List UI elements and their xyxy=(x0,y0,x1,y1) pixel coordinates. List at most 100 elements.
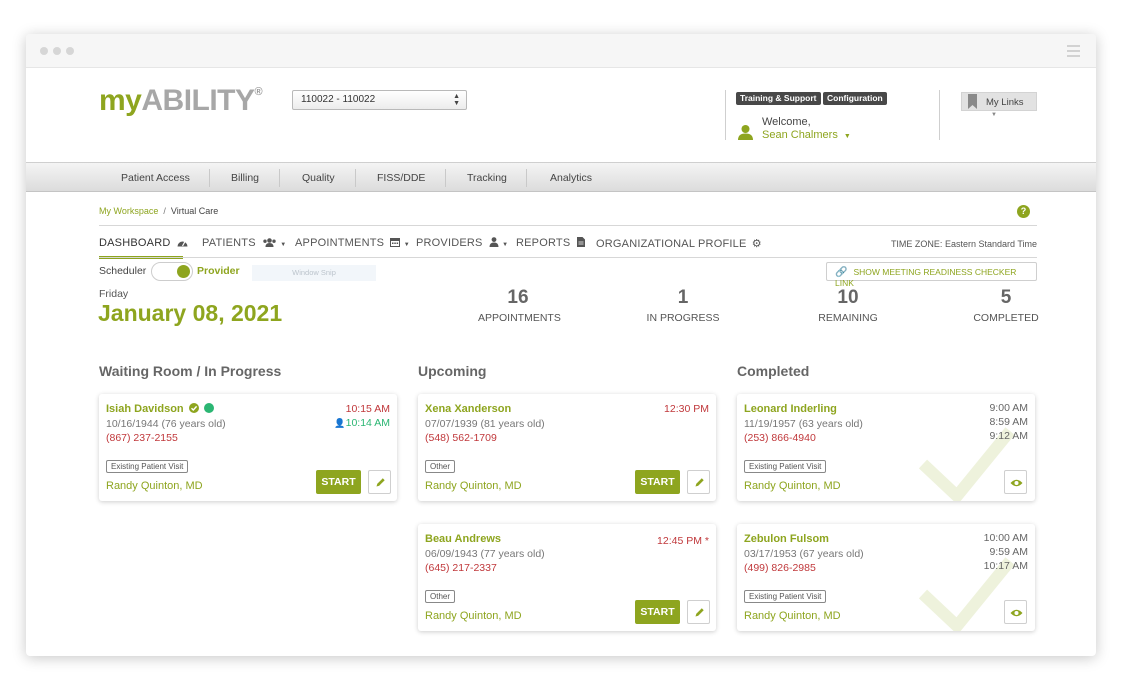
tab-dashboard[interactable]: DASHBOARD xyxy=(99,237,188,249)
edit-button[interactable] xyxy=(368,470,391,494)
dashboard-gauge-icon xyxy=(177,241,188,247)
appointment-card[interactable]: Isiah Davidson 10/16/1944 (76 years old)… xyxy=(99,394,397,501)
appointment-card[interactable]: Zebulon Fulsom 03/17/1953 (67 years old)… xyxy=(737,524,1035,631)
window-snip-overlay: Window Snip xyxy=(252,265,376,281)
nav-tracking[interactable]: Tracking xyxy=(467,172,507,184)
users-icon xyxy=(263,238,276,247)
patient-name[interactable]: Xena Xanderson xyxy=(425,403,511,415)
patient-name[interactable]: Leonard Inderling xyxy=(744,403,837,415)
caret-down-icon: ▼ xyxy=(991,112,997,118)
stat-label: REMAINING xyxy=(818,312,878,324)
patient-phone[interactable]: (645) 217-2337 xyxy=(425,562,497,574)
toggle-knob xyxy=(177,265,190,278)
start-button[interactable]: START xyxy=(316,470,361,494)
tab-reports[interactable]: REPORTS xyxy=(516,237,585,249)
user-icon xyxy=(738,125,753,140)
user-icon: 👤 xyxy=(334,418,346,428)
provider-name: Randy Quinton, MD xyxy=(425,610,522,622)
stat-in-progress: 1 IN PROGRESS xyxy=(643,287,723,324)
calendar-icon xyxy=(390,238,401,247)
logo-my: my xyxy=(99,84,142,117)
nav-quality[interactable]: Quality xyxy=(302,172,335,184)
caret-down-icon: ▼ xyxy=(403,242,410,248)
patient-phone[interactable]: (499) 826-2985 xyxy=(744,562,816,574)
appointment-card[interactable]: Leonard Inderling 11/19/1957 (63 years o… xyxy=(737,394,1035,501)
window-dot-icon xyxy=(40,47,48,55)
tab-providers[interactable]: PROVIDERS ▼ xyxy=(416,237,508,249)
tab-organizational-profile[interactable]: ORGANIZATIONAL PROFILE ⚙ xyxy=(596,237,762,250)
stat-value: 16 xyxy=(507,287,529,308)
visit-type-badge: Existing Patient Visit xyxy=(744,590,827,603)
nav-divider xyxy=(209,169,210,187)
column-title-upcoming: Upcoming xyxy=(418,363,487,379)
scheduled-time: 9:00 AM xyxy=(989,402,1028,414)
view-button[interactable] xyxy=(1004,470,1027,494)
tab-appointments-label: APPOINTMENTS xyxy=(295,237,385,249)
tab-patients[interactable]: PATIENTS ▼ xyxy=(202,237,286,249)
patient-dob: 06/09/1943 (77 years old) xyxy=(425,548,545,560)
joined-time: 👤10:14 AM xyxy=(334,417,390,429)
tab-patients-label: PATIENTS xyxy=(202,237,256,249)
start-button[interactable]: START xyxy=(635,600,680,624)
patient-phone[interactable]: (548) 562-1709 xyxy=(425,432,497,444)
nav-divider xyxy=(355,169,356,187)
patient-name-text: Isiah Davidson xyxy=(106,403,184,415)
help-icon[interactable]: ? xyxy=(1017,205,1030,218)
organization-select-value: 110022 - 110022 xyxy=(301,94,376,105)
tab-appointments[interactable]: APPOINTMENTS ▼ xyxy=(295,237,410,249)
bookmark-icon xyxy=(968,94,977,109)
nav-billing[interactable]: Billing xyxy=(231,172,259,184)
app-logo[interactable]: myABILITY® xyxy=(99,84,263,118)
training-support-button[interactable]: Training & Support xyxy=(736,92,821,105)
my-links-button[interactable]: My Links ▼ xyxy=(961,92,1037,118)
joined-time-text: 10:14 AM xyxy=(345,417,390,429)
breadcrumb-my-workspace[interactable]: My Workspace xyxy=(99,206,158,216)
scheduled-time-text: 12:45 PM xyxy=(657,535,702,547)
end-time: 9:12 AM xyxy=(989,430,1028,442)
edit-button[interactable] xyxy=(687,600,710,624)
scheduler-provider-toggle[interactable] xyxy=(151,262,193,281)
gear-icon: ⚙ xyxy=(751,238,762,250)
header-divider xyxy=(939,90,940,140)
tab-dashboard-label: DASHBOARD xyxy=(99,237,171,249)
start-button[interactable]: START xyxy=(635,470,680,494)
stat-label: IN PROGRESS xyxy=(646,312,720,324)
pencil-icon xyxy=(695,608,704,617)
end-time: 10:17 AM xyxy=(983,560,1028,572)
welcome-text: Welcome, xyxy=(762,116,811,128)
patient-phone[interactable]: (253) 866-4940 xyxy=(744,432,816,444)
organization-select[interactable]: 110022 - 110022 ▲ ▼ xyxy=(292,90,467,110)
nav-patient-access[interactable]: Patient Access xyxy=(121,172,190,184)
logo-ability: ABILITY xyxy=(141,84,255,117)
provider-name: Randy Quinton, MD xyxy=(744,480,841,492)
browser-window: myABILITY® 110022 - 110022 ▲ ▼ Training &… xyxy=(26,34,1096,656)
patient-name[interactable]: Zebulon Fulsom xyxy=(744,533,829,545)
scheduled-time: 10:15 AM xyxy=(345,403,390,415)
configuration-button[interactable]: Configuration xyxy=(823,92,887,105)
meeting-checker-label: SHOW MEETING READINESS CHECKER LINK xyxy=(835,267,1017,288)
appointment-card[interactable]: Xena Xanderson 07/07/1939 (81 years old)… xyxy=(418,394,716,501)
user-md-icon xyxy=(489,237,499,247)
provider-name: Randy Quinton, MD xyxy=(425,480,522,492)
patient-name[interactable]: Isiah Davidson xyxy=(106,403,214,415)
patient-phone[interactable]: (867) 237-2155 xyxy=(106,432,178,444)
nav-analytics[interactable]: Analytics xyxy=(550,172,592,184)
current-date: January 08, 2021 xyxy=(98,300,283,326)
hamburger-menu-icon[interactable] xyxy=(1067,45,1080,60)
stat-value: 1 xyxy=(677,287,689,308)
view-button[interactable] xyxy=(1004,600,1027,624)
appointment-card[interactable]: Beau Andrews 06/09/1943 (77 years old) (… xyxy=(418,524,716,631)
column-title-completed: Completed xyxy=(737,363,810,379)
provider-label: Provider xyxy=(197,265,240,277)
stat-value: 5 xyxy=(1000,287,1012,308)
scheduled-time: 12:30 PM xyxy=(664,403,709,415)
user-menu[interactable]: Sean Chalmers ▼ xyxy=(762,129,851,141)
patient-name[interactable]: Beau Andrews xyxy=(425,533,501,545)
edit-button[interactable] xyxy=(687,470,710,494)
weekday: Friday xyxy=(99,288,129,300)
patient-dob: 10/16/1944 (76 years old) xyxy=(106,418,226,430)
link-icon: 🔗 xyxy=(835,267,848,278)
window-titlebar xyxy=(26,34,1096,68)
nav-fiss-dde[interactable]: FISS/DDE xyxy=(377,172,425,184)
show-meeting-readiness-checker-button[interactable]: 🔗 SHOW MEETING READINESS CHECKER LINK xyxy=(826,262,1037,288)
